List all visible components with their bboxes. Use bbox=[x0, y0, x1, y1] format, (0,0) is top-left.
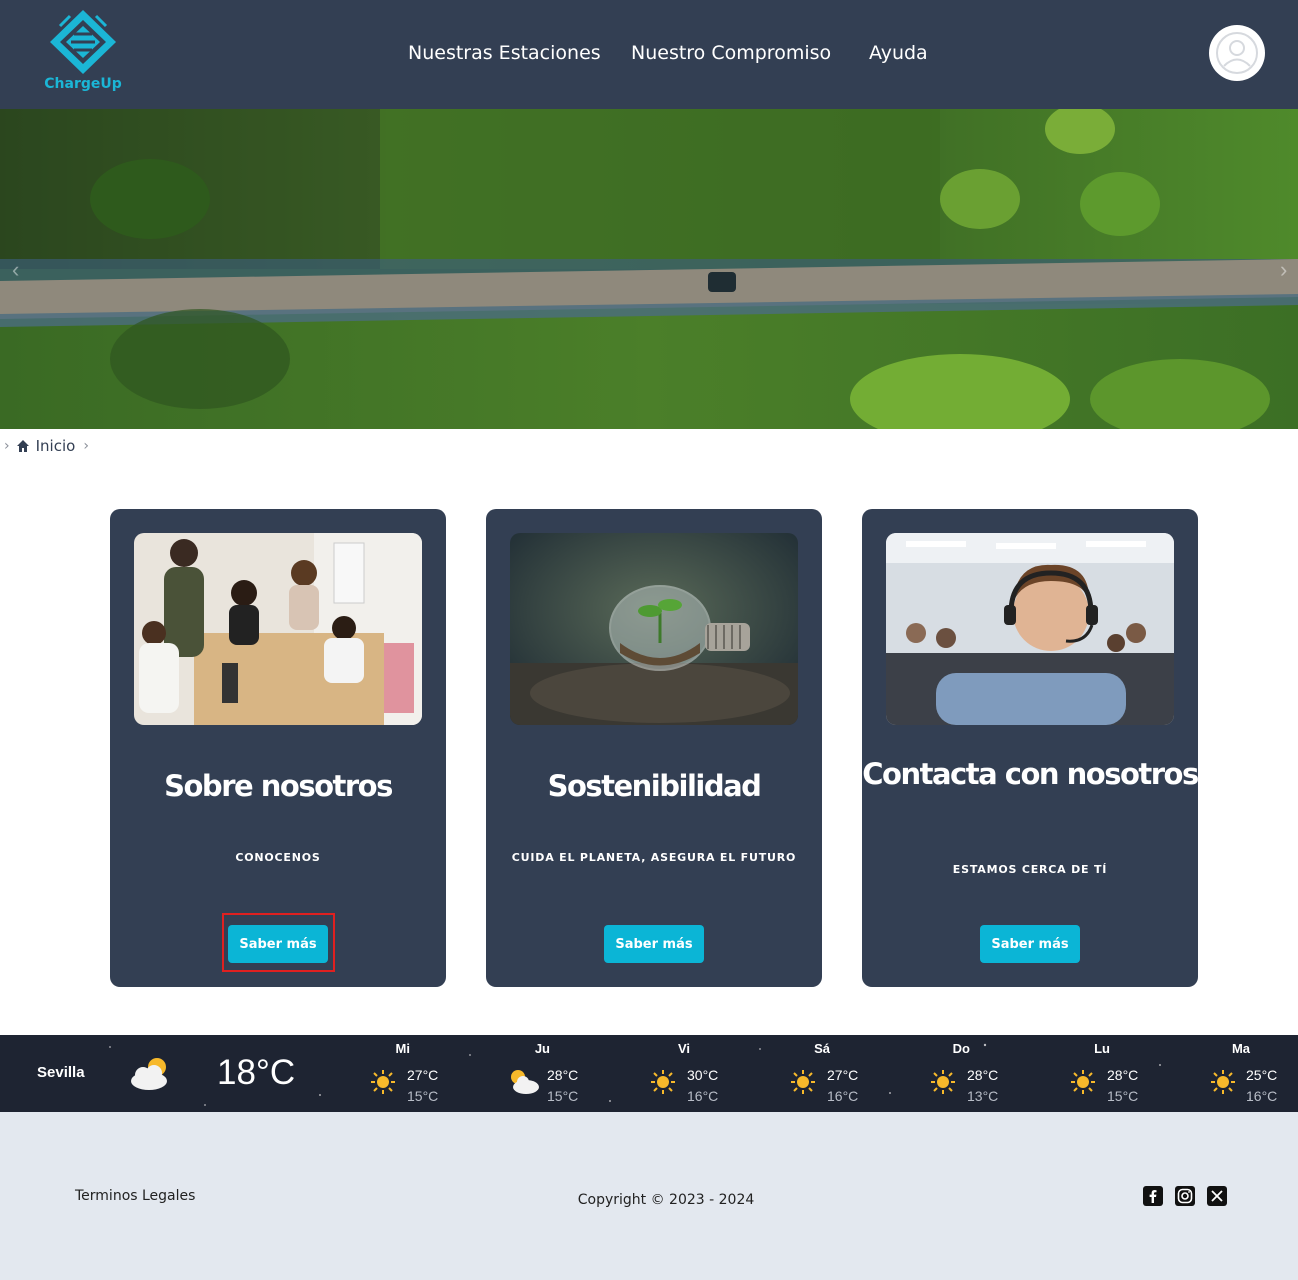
forecast-day-name: Mi bbox=[395, 1041, 410, 1056]
saber-mas-button[interactable]: Saber más bbox=[228, 925, 328, 963]
lightbulb-plant-image bbox=[510, 533, 798, 725]
nav-item-ayuda[interactable]: Ayuda bbox=[869, 42, 928, 64]
sun-icon bbox=[651, 1070, 675, 1094]
forecast-high: 28°C bbox=[1107, 1067, 1139, 1083]
sun-icon bbox=[371, 1070, 395, 1094]
forecast-high: 28°C bbox=[967, 1067, 999, 1083]
main-nav: Nuestras Estaciones Nuestro Compromiso A… bbox=[0, 0, 1298, 109]
forecast-high: 28°C bbox=[547, 1067, 579, 1083]
forecast-day-name: Ju bbox=[534, 1041, 550, 1056]
card-sobre-nosotros: Sobre nosotros CONOCENOS Saber más bbox=[110, 509, 446, 987]
forecast-low: 15°C bbox=[547, 1088, 579, 1104]
forecast-low: 16°C bbox=[1246, 1088, 1278, 1104]
forecast-day-name: Sá bbox=[814, 1041, 830, 1056]
card-sostenibilidad: Sostenibilidad CUIDA EL PLANETA, ASEGURA… bbox=[486, 509, 822, 987]
chevron-right-icon: › bbox=[83, 438, 89, 454]
site-header: ChargeUp Nuestras Estaciones Nuestro Com… bbox=[0, 0, 1298, 109]
user-icon bbox=[1216, 32, 1258, 74]
sun-icon bbox=[1211, 1070, 1235, 1094]
hero-carousel: ‹ › bbox=[0, 109, 1298, 429]
forecast-day: Lu 28°C 15°C bbox=[1000, 1035, 1138, 1112]
forecast-day-name: Do bbox=[952, 1041, 970, 1056]
team-meeting-image bbox=[134, 533, 422, 725]
home-icon[interactable] bbox=[16, 439, 30, 453]
card-subtitle: CUIDA EL PLANETA, ASEGURA EL FUTURO bbox=[511, 851, 797, 864]
saber-mas-button[interactable]: Saber más bbox=[604, 925, 704, 963]
instagram-icon[interactable] bbox=[1175, 1186, 1195, 1206]
weather-widget[interactable]: Sevilla 18°C Mi 27°C 15°C Ju 28°C 15°C V… bbox=[0, 1035, 1298, 1112]
weather-current-temp: 18°C bbox=[217, 1053, 296, 1092]
forecast-day-name: Lu bbox=[1094, 1041, 1110, 1056]
card-title: Contacta con nosotros bbox=[862, 757, 1199, 791]
card-subtitle: ESTAMOS CERCA DE TÍ bbox=[952, 863, 1108, 876]
forecast-low: 15°C bbox=[407, 1088, 439, 1104]
card-title: Sobre nosotros bbox=[164, 769, 393, 803]
forecast-day: Mi 27°C 15°C bbox=[300, 1035, 438, 1112]
partly-cloudy-icon bbox=[131, 1058, 167, 1090]
forecast-high: 27°C bbox=[407, 1067, 439, 1083]
carousel-prev-icon[interactable]: ‹ bbox=[12, 257, 19, 283]
forecast-day-name: Ma bbox=[1231, 1041, 1250, 1056]
forecast-day: Sá 27°C 16°C bbox=[720, 1035, 858, 1112]
user-avatar-button[interactable] bbox=[1209, 25, 1265, 81]
forecast-low: 13°C bbox=[967, 1088, 999, 1104]
forecast-day: Ma 25°C 16°C bbox=[1140, 1035, 1277, 1112]
forecast-day: Vi 30°C 16°C bbox=[580, 1035, 718, 1112]
x-icon[interactable] bbox=[1207, 1186, 1227, 1206]
card-contacta: Contacta con nosotros ESTAMOS CERCA DE T… bbox=[862, 509, 1199, 987]
call-center-agent-image bbox=[886, 533, 1174, 725]
copyright-text: Copyright © 2023 - 2024 bbox=[577, 1192, 755, 1208]
chevron-right-icon: › bbox=[4, 438, 10, 454]
sun-icon bbox=[1071, 1070, 1095, 1094]
forecast-high: 30°C bbox=[687, 1067, 719, 1083]
carousel-next-icon[interactable]: › bbox=[1280, 257, 1287, 283]
forecast-day-name: Vi bbox=[677, 1041, 690, 1056]
breadcrumb: › Inicio › bbox=[0, 434, 93, 458]
site-footer: Terminos Legales Copyright © 2023 - 2024 bbox=[0, 1112, 1298, 1280]
card-title: Sostenibilidad bbox=[547, 769, 762, 803]
breadcrumb-home[interactable]: Inicio bbox=[36, 437, 76, 455]
nav-item-estaciones[interactable]: Nuestras Estaciones bbox=[408, 42, 601, 64]
card-subtitle: CONOCENOS bbox=[235, 851, 321, 864]
hero-image bbox=[0, 109, 1298, 429]
weather-city: Sevilla bbox=[37, 1064, 85, 1081]
forecast-day: Do 28°C 13°C bbox=[860, 1035, 998, 1112]
forecast-high: 27°C bbox=[827, 1067, 859, 1083]
forecast-low: 15°C bbox=[1107, 1088, 1139, 1104]
partly-cloudy-icon bbox=[511, 1070, 539, 1094]
nav-item-compromiso[interactable]: Nuestro Compromiso bbox=[631, 42, 831, 64]
forecast-high: 25°C bbox=[1246, 1067, 1278, 1083]
forecast-day: Ju 28°C 15°C bbox=[440, 1035, 578, 1112]
forecast-low: 16°C bbox=[687, 1088, 719, 1104]
facebook-icon[interactable] bbox=[1143, 1186, 1163, 1206]
forecast-low: 16°C bbox=[827, 1088, 859, 1104]
sun-icon bbox=[791, 1070, 815, 1094]
sun-icon bbox=[931, 1070, 955, 1094]
saber-mas-button[interactable]: Saber más bbox=[980, 925, 1080, 963]
